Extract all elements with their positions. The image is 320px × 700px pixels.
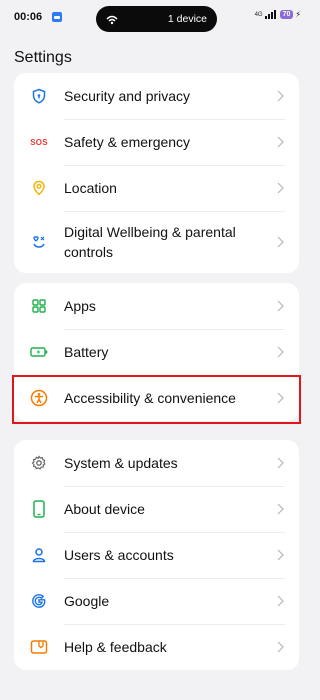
chevron-right-icon [277,503,284,515]
settings-item-label: System & updates [64,455,178,471]
settings-item-label: Security and privacy [64,88,191,104]
google-icon [30,592,48,610]
pill-label: 1 device [167,13,207,25]
chevron-right-icon [277,90,284,102]
settings-item-help-feedback[interactable]: Help & feedback [14,624,299,670]
settings-item-label: Google [64,593,110,609]
settings-item-label: Location [64,180,117,196]
settings-item-about-device[interactable]: About device [14,486,299,532]
user-icon [30,546,48,564]
location-pin-icon [30,179,48,197]
settings-item-apps[interactable]: Apps [14,283,299,329]
chevron-right-icon [277,457,284,469]
sos-icon-text: SOS [30,137,48,147]
settings-item-label: Battery [64,344,109,360]
settings-item-label: About device [64,501,145,517]
chevron-right-icon [277,136,284,148]
charging-icon: ⚡ [295,10,301,19]
settings-item-system-updates[interactable]: System & updates [14,440,299,486]
settings-item-location[interactable]: Location [14,165,299,211]
shield-icon [30,87,48,105]
gear-icon [30,454,48,472]
chevron-right-icon [277,595,284,607]
wellbeing-icon [30,233,48,251]
settings-group-system: System & updates About device Users & ac… [14,440,299,670]
chevron-right-icon [277,236,284,248]
connected-device-icon [106,15,118,25]
status-bar: 00:06 1 device 4G 70 ⚡ [0,0,313,36]
battery-icon [30,343,48,361]
settings-item-label: Help & feedback [64,639,167,655]
phone-icon [30,500,48,518]
settings-item-google[interactable]: Google [14,578,299,624]
settings-item-label: Safety & emergency [64,134,191,150]
settings-item-digital-wellbeing[interactable]: Digital Wellbeing & parental controls [14,211,299,273]
settings-item-label: Digital Wellbeing & parental controls [64,224,236,260]
chevron-right-icon [277,641,284,653]
chevron-right-icon [277,549,284,561]
settings-group-security: Security and privacy SOS Safety & emerge… [14,73,299,273]
dynamic-island-pill[interactable]: 1 device [96,6,217,32]
chevron-right-icon [277,182,284,194]
selection-highlight-box [12,375,301,424]
settings-item-battery[interactable]: Battery [14,329,299,375]
settings-item-security-privacy[interactable]: Security and privacy [14,73,299,119]
page-title: Settings [14,49,72,66]
settings-item-safety-emergency[interactable]: SOS Safety & emergency [14,119,299,165]
chevron-right-icon [277,300,284,312]
settings-item-label: Users & accounts [64,547,174,563]
clock: 00:06 [14,11,43,23]
network-type-label: 4G [254,11,263,18]
settings-item-label: Apps [64,298,96,314]
status-icons: 4G 70 ⚡ [255,10,301,19]
notification-app-icon [52,12,62,22]
signal-icon [264,10,276,19]
chevron-right-icon [277,346,284,358]
battery-level: 70 [279,10,294,19]
sos-icon: SOS [30,133,48,151]
help-feedback-icon [30,638,48,656]
settings-item-users-accounts[interactable]: Users & accounts [14,532,299,578]
apps-grid-icon [30,297,48,315]
